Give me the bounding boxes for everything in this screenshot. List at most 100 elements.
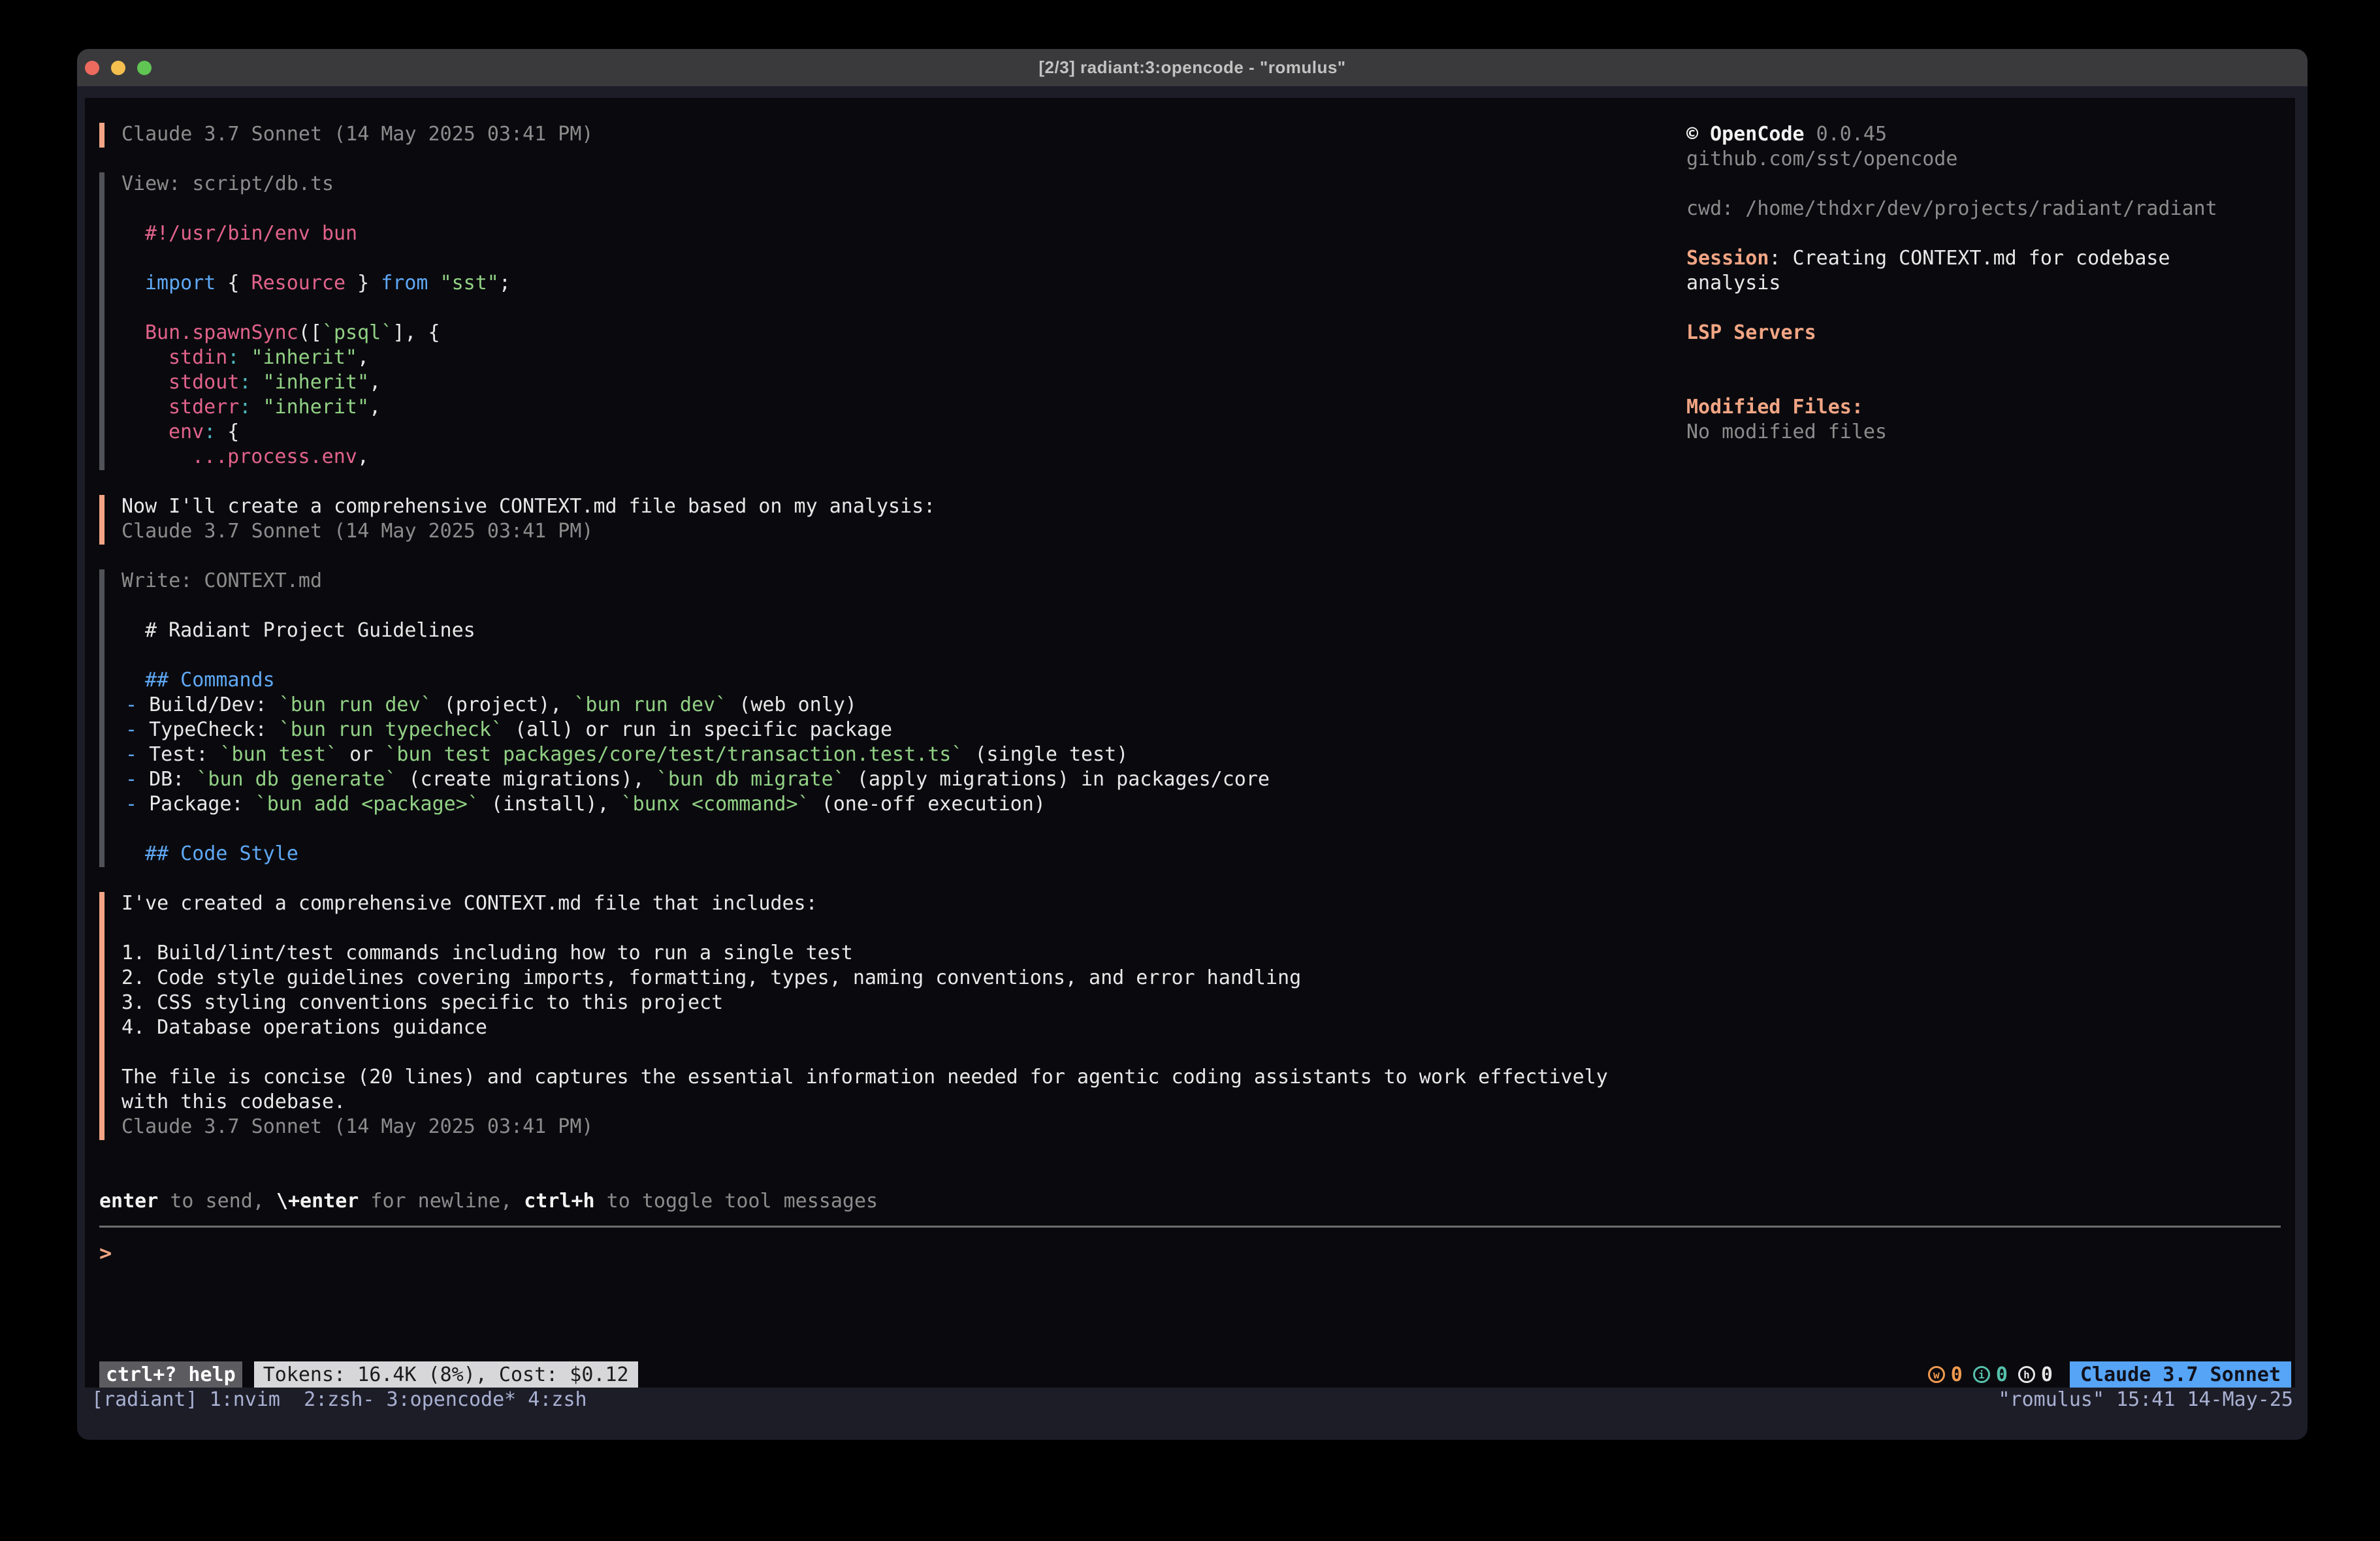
text-segment: : — [227, 346, 239, 369]
text-segment: , — [369, 371, 381, 394]
text-segment: , — [369, 396, 381, 419]
text-segment: Package: — [149, 793, 255, 816]
text-segment: `bun run typecheck` — [279, 718, 503, 741]
text-segment: env — [169, 421, 204, 443]
text-segment: ## Code Style — [145, 842, 298, 865]
text-segment: (web only) — [727, 693, 857, 716]
text-segment: LSP Servers — [1686, 321, 1816, 344]
help-chip[interactable]: ctrl+? help — [99, 1361, 242, 1388]
text-segment: (create migrations), — [396, 768, 656, 791]
sidebar-line — [1686, 172, 2217, 197]
transcript-line — [121, 644, 1608, 669]
prompt-input[interactable]: > — [99, 1241, 112, 1265]
transcript-line — [121, 197, 1608, 222]
text-segment: ; — [499, 272, 511, 294]
transcript-line: - Build/Dev: `bun run dev` (project), `b… — [121, 693, 1608, 718]
sidebar: © OpenCode 0.0.45github.com/sst/opencode… — [1686, 123, 2217, 445]
text-segment: - — [125, 793, 149, 816]
transcript-line: - DB: `bun db generate` (create migratio… — [121, 768, 1608, 793]
tmux-session-windows[interactable]: [radiant] 1:nvim 2:zsh- 3:opencode* 4:zs… — [91, 1388, 587, 1412]
transcript-line: env: { — [121, 421, 1608, 445]
transcript-line: - Test: `bun test` or `bun test packages… — [121, 743, 1608, 768]
desktop: [2/3] radiant:3:opencode - "romulus" Cla… — [0, 0, 2380, 1541]
text-segment: ...process.env — [192, 445, 357, 468]
transcript-line: Now I'll create a comprehensive CONTEXT.… — [121, 495, 1608, 520]
sidebar-line: cwd: /home/thdxr/dev/projects/radiant/ra… — [1686, 197, 2217, 222]
text-segment: DB: — [149, 768, 196, 791]
sidebar-line — [1686, 296, 2217, 321]
text-segment: (one-off execution) — [810, 793, 1046, 816]
tmux-host-clock: "romulus" 15:41 14-May-25 — [1998, 1388, 2293, 1412]
transcript-line — [121, 594, 1608, 619]
warning-diagnostic: w0 — [1928, 1363, 1963, 1386]
transcript-line: Write: CONTEXT.md — [121, 569, 1608, 594]
text-segment: , — [357, 346, 369, 369]
transcript-line: Claude 3.7 Sonnet (14 May 2025 03:41 PM) — [121, 1115, 1608, 1140]
sidebar-line: © OpenCode 0.0.45 — [1686, 123, 2217, 148]
prompt-symbol-icon: > — [99, 1241, 112, 1265]
text-segment: `bun test` — [220, 743, 338, 766]
sidebar-line: LSP Servers — [1686, 321, 2217, 346]
sidebar-line — [1686, 371, 2217, 396]
text-segment: `bun run dev` — [573, 693, 727, 716]
text-segment: `bun db migrate` — [656, 768, 845, 791]
text-segment: with this codebase. — [121, 1090, 346, 1113]
transcript-line — [121, 917, 1608, 942]
text-segment: or — [338, 743, 385, 766]
sidebar-line: Modified Files: — [1686, 396, 2217, 421]
text-segment: : — [239, 396, 251, 419]
transcript-line: ## Code Style — [121, 842, 1608, 867]
transcript-line: 3. CSS styling conventions specific to t… — [121, 991, 1608, 1016]
text-segment: import — [145, 272, 216, 294]
text-segment: , — [357, 445, 369, 468]
transcript-line: - Package: `bun add <package>` (install)… — [121, 793, 1608, 818]
text-segment: Bun.spawnSync — [145, 321, 298, 344]
text-segment: #!/usr/bin/env bun — [145, 222, 357, 245]
status-bar: ctrl+? help Tokens: 16.4K (8%), Cost: $0… — [99, 1361, 2291, 1388]
text-segment: "inherit" — [263, 396, 370, 419]
text-segment: Build/Dev: — [149, 693, 279, 716]
transcript-line: Claude 3.7 Sonnet (14 May 2025 03:41 PM) — [121, 123, 1608, 148]
close-button[interactable] — [85, 61, 99, 75]
terminal-content[interactable]: Claude 3.7 Sonnet (14 May 2025 03:41 PM)… — [85, 98, 2295, 1388]
text-segment: (apply migrations) in packages/core — [845, 768, 1270, 791]
transcript-line: ...process.env, — [121, 445, 1608, 470]
text-segment: "inherit" — [263, 371, 370, 394]
text-segment: Resource — [251, 272, 346, 294]
text-segment: TypeCheck: — [149, 718, 279, 741]
model-chip[interactable]: Claude 3.7 Sonnet — [2070, 1361, 2291, 1388]
text-segment: 3. CSS styling conventions specific to t… — [121, 991, 723, 1014]
text-segment — [251, 396, 263, 419]
text-segment: Test: — [149, 743, 219, 766]
minimize-button[interactable] — [111, 61, 125, 75]
text-segment — [251, 371, 263, 394]
text-segment: 0.0.45 — [1805, 123, 1887, 146]
text-segment: from — [381, 272, 428, 294]
hint-count: 0 — [2041, 1363, 2053, 1386]
text-segment: - — [125, 693, 149, 716]
tmux-status-bar: [radiant] 1:nvim 2:zsh- 3:opencode* 4:zs… — [77, 1388, 2308, 1412]
tokens-cost-chip: Tokens: 16.4K (8%), Cost: $0.12 — [254, 1361, 638, 1388]
diagnostics: w0i0h0 — [1928, 1363, 2053, 1386]
text-segment: No modified files — [1686, 421, 1887, 443]
input-separator — [99, 1226, 2281, 1228]
text-segment: (project), — [432, 693, 574, 716]
text-segment: Session — [1686, 247, 1769, 270]
transcript-line: The file is concise (20 lines) and captu… — [121, 1066, 1608, 1090]
text-segment: stdout — [169, 371, 239, 394]
warning-count: 0 — [1951, 1363, 1963, 1386]
text-segment: } — [346, 272, 381, 294]
transcript-line: Bun.spawnSync([`psql`], { — [121, 321, 1608, 346]
text-segment: - — [125, 718, 149, 741]
text-segment: The file is concise (20 lines) and captu… — [121, 1066, 1608, 1088]
transcript-line: # Radiant Project Guidelines — [121, 619, 1608, 644]
terminal-window: [2/3] radiant:3:opencode - "romulus" Cla… — [77, 49, 2308, 1440]
input-hint: enter to send, \+enter for newline, ctrl… — [99, 1190, 878, 1215]
text-segment: ## Commands — [145, 669, 275, 691]
text-segment: (all) or run in specific package — [503, 718, 892, 741]
zoom-button[interactable] — [137, 61, 152, 75]
titlebar[interactable]: [2/3] radiant:3:opencode - "romulus" — [77, 49, 2308, 86]
text-segment: : Creating CONTEXT.md for codebase — [1769, 247, 2170, 270]
text-segment: Claude 3.7 Sonnet (14 May 2025 03:41 PM) — [121, 123, 593, 146]
text-segment: cwd: /home/thdxr/dev/projects/radiant/ra… — [1686, 197, 2217, 220]
